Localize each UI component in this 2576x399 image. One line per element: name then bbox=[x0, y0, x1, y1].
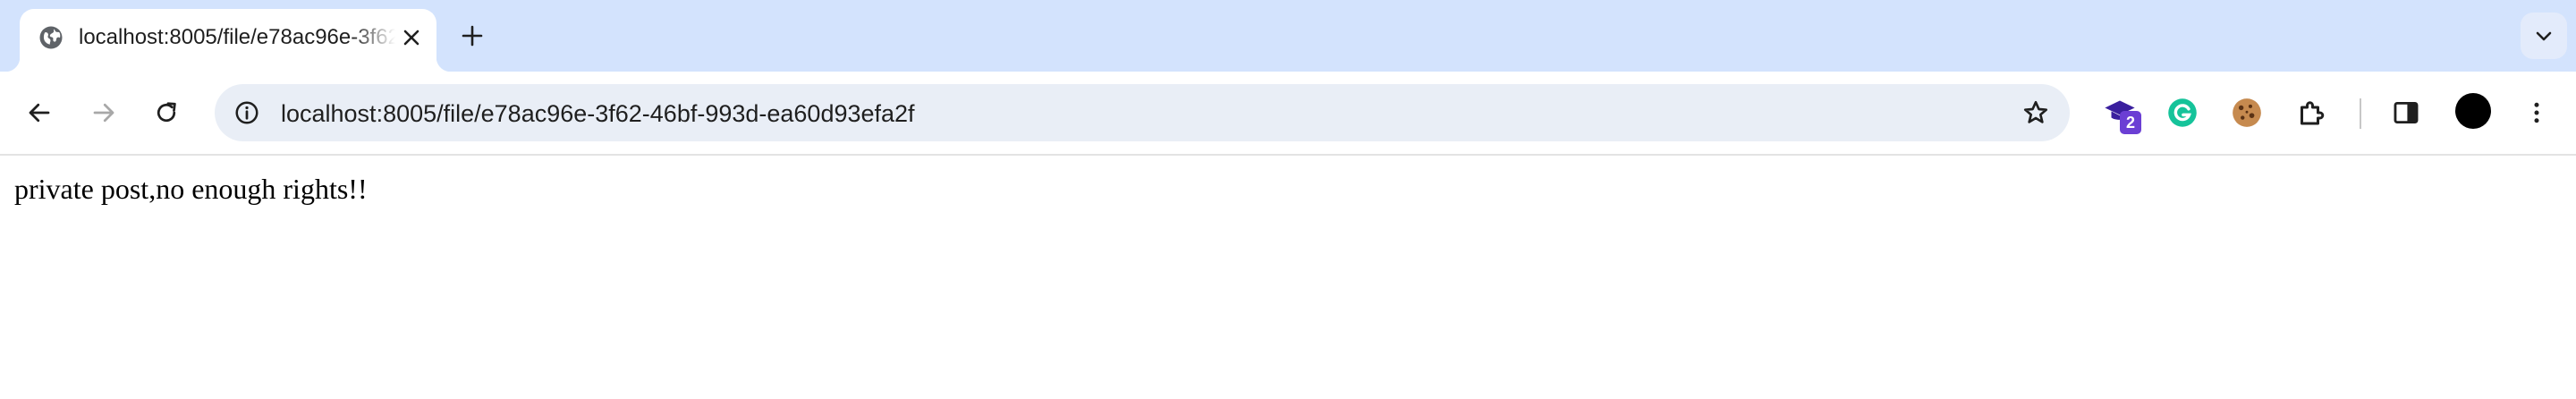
browser-toolbar: localhost:8005/file/e78ac96e-3f62-46bf-9… bbox=[0, 72, 2576, 154]
browser-menu-button[interactable] bbox=[2515, 91, 2558, 134]
chevron-down-icon bbox=[2536, 31, 2552, 41]
star-icon bbox=[2023, 100, 2048, 123]
more-vertical-icon bbox=[2534, 102, 2539, 123]
access-denied-message: private post,no enough rights!! bbox=[14, 173, 368, 205]
new-tab-button[interactable] bbox=[454, 18, 490, 54]
active-tab[interactable]: localhost:8005/file/e78ac96e-3f62-46bf-9… bbox=[5, 9, 451, 72]
side-panel-button[interactable] bbox=[2385, 91, 2428, 134]
tab-title: localhost:8005/file/e78ac96e-3f62-46bf-9… bbox=[79, 25, 395, 49]
address-bar[interactable]: localhost:8005/file/e78ac96e-3f62-46bf-9… bbox=[215, 84, 2070, 141]
plus-icon bbox=[462, 25, 483, 47]
tab-strip: localhost:8005/file/e78ac96e-3f62-46bf-9… bbox=[0, 0, 2576, 72]
grammarly-button[interactable] bbox=[2161, 91, 2204, 134]
reload-icon bbox=[157, 102, 176, 123]
url-text[interactable]: localhost:8005/file/e78ac96e-3f62-46bf-9… bbox=[281, 100, 915, 127]
extension-button[interactable]: 2 bbox=[2098, 91, 2141, 134]
arrow-right-icon bbox=[93, 103, 114, 123]
profile-avatar[interactable] bbox=[2455, 93, 2491, 129]
close-icon[interactable] bbox=[397, 23, 426, 52]
globe-icon bbox=[38, 24, 64, 51]
toolbar-divider bbox=[2360, 98, 2361, 129]
extensions-menu-button[interactable] bbox=[2290, 91, 2333, 134]
grammarly-icon bbox=[2168, 98, 2197, 127]
cookie-extension-button[interactable] bbox=[2225, 91, 2268, 134]
back-button[interactable] bbox=[18, 91, 61, 134]
bookmark-button[interactable] bbox=[2016, 93, 2055, 132]
forward-button[interactable] bbox=[82, 91, 125, 134]
puzzle-icon bbox=[2301, 101, 2325, 125]
extension-badge: 2 bbox=[2120, 111, 2141, 134]
arrow-left-icon bbox=[29, 103, 50, 123]
site-info-button[interactable] bbox=[227, 93, 267, 132]
page-content: private post,no enough rights!! bbox=[0, 156, 2576, 399]
info-icon bbox=[235, 101, 258, 124]
cookie-icon bbox=[2233, 98, 2261, 127]
side-panel-icon bbox=[2394, 101, 2419, 124]
reload-button[interactable] bbox=[145, 91, 188, 134]
tab-search-button[interactable] bbox=[2521, 13, 2567, 59]
